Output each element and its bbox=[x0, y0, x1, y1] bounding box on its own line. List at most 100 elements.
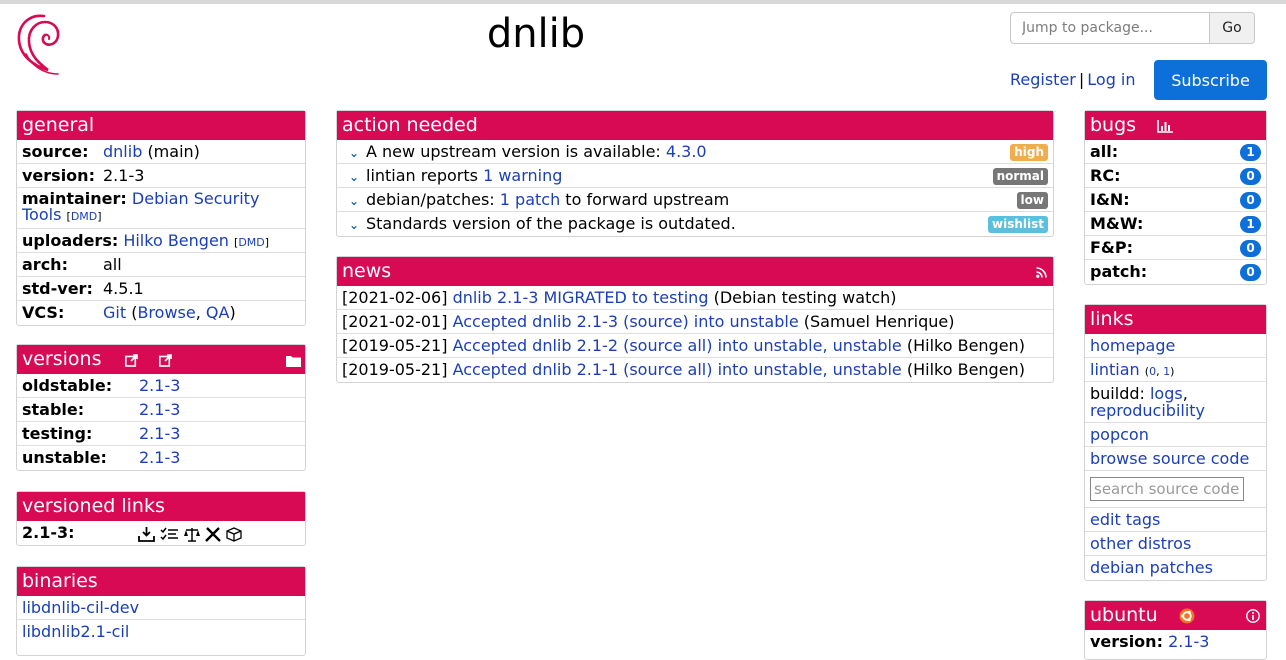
versions-row-link[interactable]: 2.1-3 bbox=[139, 400, 180, 419]
action-item[interactable]: ⌄ lintian reports 1 warning normal bbox=[337, 164, 1053, 188]
other-distros-link[interactable]: other distros bbox=[1090, 534, 1191, 553]
source-extra: (main) bbox=[147, 142, 200, 161]
news-item: [2021-02-01] Accepted dnlib 2.1-3 (sourc… bbox=[337, 310, 1053, 334]
page-title: dnlib bbox=[486, 11, 586, 57]
bug-count-badge[interactable]: 0 bbox=[1240, 240, 1261, 257]
folder-icon[interactable] bbox=[286, 355, 301, 367]
bug-row[interactable]: patch: 0 bbox=[1085, 260, 1266, 284]
news-panel: news [2021-02-06] dnlib 2.1-3 MIGRATED t… bbox=[336, 256, 1054, 383]
bug-count-badge[interactable]: 0 bbox=[1240, 264, 1261, 281]
bug-count-badge[interactable]: 0 bbox=[1240, 192, 1261, 209]
versions-row-key: testing: bbox=[22, 424, 93, 443]
action-item-text: Standards version of the package is outd… bbox=[366, 214, 736, 233]
news-link[interactable]: Accepted dnlib 2.1-3 (source) into unsta… bbox=[453, 312, 799, 331]
severity-badge: wishlist bbox=[988, 216, 1048, 233]
versions-panel: versions oldstable: 2.1-3 stable: 2.1-3 te… bbox=[16, 344, 306, 471]
homepage-link[interactable]: homepage bbox=[1090, 336, 1175, 355]
general-row-version: version: 2.1-3 bbox=[17, 164, 305, 188]
news-title: news bbox=[342, 260, 392, 282]
chevron-down-icon[interactable]: ⌄ bbox=[342, 166, 366, 189]
bugs-title: bugs bbox=[1090, 114, 1137, 136]
ubuntu-title: ubuntu bbox=[1090, 604, 1158, 626]
stdver-key: std-ver: bbox=[22, 279, 93, 298]
binary-link[interactable]: libdnlib-cil-dev bbox=[22, 598, 139, 617]
bug-row[interactable]: F&P: 0 bbox=[1085, 236, 1266, 260]
ubuntu-version-link[interactable]: 2.1-3 bbox=[1168, 632, 1209, 651]
news-link[interactable]: Accepted dnlib 2.1-1 (source all) into u… bbox=[453, 360, 902, 379]
register-link[interactable]: Register bbox=[1010, 70, 1076, 89]
general-panel: general source: dnlib (main) version: 2.1-… bbox=[16, 110, 306, 326]
chevron-down-icon[interactable]: ⌄ bbox=[342, 214, 366, 237]
subscribe-button[interactable]: Subscribe bbox=[1154, 60, 1267, 100]
news-link[interactable]: dnlib 2.1-3 MIGRATED to testing bbox=[453, 288, 709, 307]
links-item-search bbox=[1085, 471, 1266, 508]
jump-to-package-input[interactable] bbox=[1010, 12, 1210, 44]
news-author: (Samuel Henrique) bbox=[803, 312, 955, 331]
lintian-link[interactable]: lintian bbox=[1090, 360, 1140, 379]
bug-row[interactable]: I&N: 0 bbox=[1085, 188, 1266, 212]
uploaders-dmd-link[interactable]: DMD bbox=[238, 236, 264, 249]
bug-count-badge[interactable]: 1 bbox=[1240, 144, 1261, 161]
links-item: debian patches bbox=[1085, 556, 1266, 580]
search-source-code-input[interactable] bbox=[1090, 477, 1244, 501]
balance-scale-icon[interactable] bbox=[184, 527, 201, 542]
popcon-link[interactable]: popcon bbox=[1090, 425, 1149, 444]
uploaders-link[interactable]: Hilko Bengen bbox=[123, 231, 229, 250]
info-icon[interactable] bbox=[1246, 609, 1260, 623]
versions-row-link[interactable]: 2.1-3 bbox=[139, 448, 180, 467]
vcs-git-link[interactable]: Git bbox=[103, 303, 126, 322]
bug-row[interactable]: all: 1 bbox=[1085, 140, 1266, 164]
reproducibility-link[interactable]: reproducibility bbox=[1090, 401, 1205, 420]
edit-tags-link[interactable]: edit tags bbox=[1090, 510, 1160, 529]
versions-row-link[interactable]: 2.1-3 bbox=[139, 424, 180, 443]
binary-item: libdnlib-cil-dev bbox=[17, 596, 305, 620]
rss-icon[interactable] bbox=[1036, 267, 1047, 278]
news-link[interactable]: Accepted dnlib 2.1-2 (source all) into u… bbox=[453, 336, 902, 355]
bugs-header: bugs bbox=[1085, 111, 1266, 140]
version-key: version: bbox=[22, 166, 95, 185]
checklist-icon[interactable] bbox=[160, 527, 179, 542]
go-button[interactable]: Go bbox=[1209, 12, 1255, 44]
general-row-vcs: VCS: Git (Browse, QA) bbox=[22, 303, 236, 322]
bug-row-key: I&N: bbox=[1090, 190, 1130, 209]
general-row-maintainer: maintainer: Debian Security Tools [DMD] bbox=[17, 188, 305, 229]
vcs-qa-link[interactable]: QA bbox=[206, 303, 230, 322]
package-icon[interactable] bbox=[226, 527, 243, 542]
source-link[interactable]: dnlib bbox=[103, 142, 142, 161]
versions-title: versions bbox=[22, 348, 102, 370]
bug-row[interactable]: M&W: 1 bbox=[1085, 212, 1266, 236]
chevron-down-icon[interactable]: ⌄ bbox=[342, 190, 366, 213]
action-item[interactable]: ⌄ A new upstream version is available: 4.… bbox=[337, 140, 1053, 164]
bug-row[interactable]: RC: 0 bbox=[1085, 164, 1266, 188]
tools-icon[interactable] bbox=[205, 527, 222, 542]
versions-row: testing: 2.1-3 bbox=[17, 422, 305, 446]
versions-row-key: stable: bbox=[22, 400, 85, 419]
action-item-link[interactable]: 1 patch bbox=[500, 190, 560, 209]
external-link-icon[interactable] bbox=[159, 354, 172, 367]
bar-chart-icon[interactable] bbox=[1157, 120, 1173, 133]
ubuntu-version-row: version: 2.1-3 bbox=[1085, 630, 1266, 654]
ubuntu-panel: ubuntu version: 2.1-3 bbox=[1084, 600, 1267, 660]
download-icon[interactable] bbox=[138, 527, 155, 542]
versions-header: versions bbox=[17, 345, 305, 374]
chevron-down-icon[interactable]: ⌄ bbox=[342, 142, 366, 165]
bug-count-badge[interactable]: 1 bbox=[1240, 216, 1261, 233]
maintainer-dmd-link[interactable]: DMD bbox=[71, 210, 97, 223]
login-link[interactable]: Log in bbox=[1087, 70, 1135, 89]
versions-row-link[interactable]: 2.1-3 bbox=[139, 376, 180, 395]
external-link-icon[interactable] bbox=[125, 354, 138, 367]
vcs-browse-link[interactable]: Browse bbox=[137, 303, 195, 322]
bug-count-badge[interactable]: 0 bbox=[1240, 168, 1261, 185]
action-item-link[interactable]: 4.3.0 bbox=[666, 142, 707, 161]
action-item[interactable]: ⌄ Standards version of the package is out… bbox=[337, 212, 1053, 236]
action-item[interactable]: ⌄ debian/patches: 1 patch to forward upst… bbox=[337, 188, 1053, 212]
binaries-title: binaries bbox=[17, 567, 305, 596]
news-date: [2021-02-06] bbox=[342, 288, 448, 307]
debian-patches-link[interactable]: debian patches bbox=[1090, 558, 1213, 577]
binary-link[interactable]: libdnlib2.1-cil bbox=[22, 622, 129, 641]
versions-row: unstable: 2.1-3 bbox=[17, 446, 305, 470]
action-item-link[interactable]: 1 warning bbox=[483, 166, 562, 185]
binary-item: libdnlib2.1-cil bbox=[17, 620, 305, 644]
browse-source-link[interactable]: browse source code bbox=[1090, 449, 1249, 468]
links-item: popcon bbox=[1085, 423, 1266, 447]
